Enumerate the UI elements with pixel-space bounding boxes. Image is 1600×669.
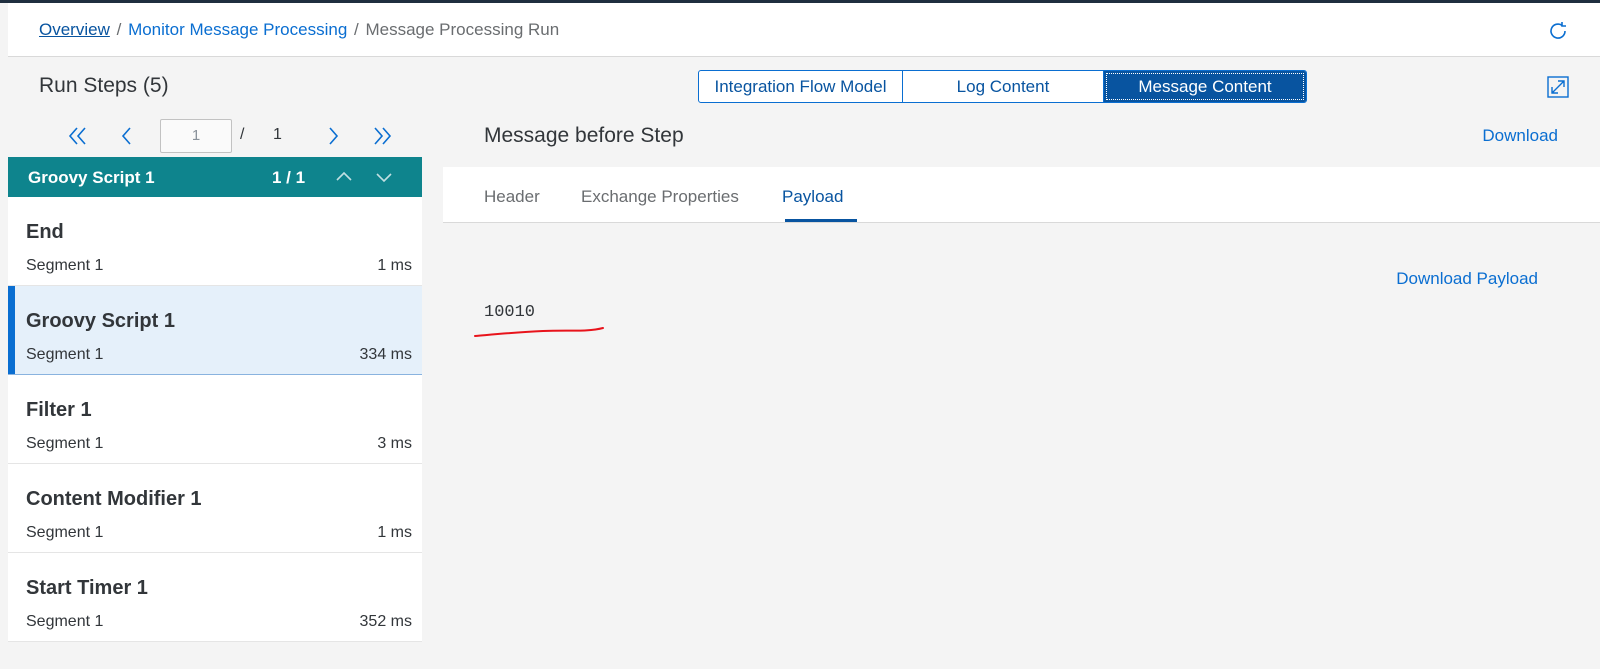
step-name: Content Modifier 1 [26, 488, 202, 510]
step-segment: Segment 1 [26, 524, 104, 541]
step-name: Groovy Script 1 [26, 310, 175, 332]
left-gutter [0, 3, 8, 669]
breadcrumb-current: Message Processing Run [365, 20, 560, 39]
download-link[interactable]: Download [1482, 126, 1558, 146]
breadcrumb: Overview / Monitor Message Processing / … [39, 20, 559, 40]
step-list: End Segment 1 1 ms Groovy Script 1 Segme… [8, 197, 422, 642]
double-chevron-left-icon[interactable] [64, 123, 90, 149]
step-list-item-selected[interactable]: Groovy Script 1 Segment 1 334 ms [8, 286, 422, 375]
view-segmented-control: Integration Flow Model Log Content Messa… [698, 70, 1307, 103]
step-list-item[interactable]: Start Timer 1 Segment 1 352 ms [8, 553, 422, 642]
chevron-up-icon[interactable] [330, 163, 358, 191]
step-duration: 1 ms [377, 524, 412, 541]
step-name: End [26, 221, 64, 243]
group-count: 1 / 1 [272, 168, 306, 187]
chevron-down-icon[interactable] [370, 163, 398, 191]
tab-payload[interactable]: Payload [782, 187, 843, 207]
step-duration: 334 ms [359, 346, 412, 363]
red-underline-annotation [474, 327, 604, 337]
breadcrumb-monitor-link[interactable]: Monitor Message Processing [128, 20, 347, 39]
pager-slash: / [240, 126, 245, 143]
payload-content: 10010 [484, 303, 536, 322]
chevron-right-icon[interactable] [320, 123, 346, 149]
message-content-panel: Message before Step Download Header Exch… [443, 107, 1600, 669]
tab-exchange-properties[interactable]: Exchange Properties [581, 187, 739, 207]
segment-log-content[interactable]: Log Content [903, 71, 1104, 102]
breadcrumb-separator: / [116, 20, 122, 39]
step-list-item[interactable]: Content Modifier 1 Segment 1 1 ms [8, 464, 422, 553]
chevron-left-icon[interactable] [114, 123, 140, 149]
step-name: Filter 1 [26, 399, 92, 421]
group-name: Groovy Script 1 [28, 168, 155, 187]
pager-total: 1 [273, 126, 282, 143]
run-steps-panel: Run Steps (5) 1 / 1 Groovy Script 1 1 / … [8, 57, 422, 669]
step-list-item[interactable]: End Segment 1 1 ms [8, 197, 422, 286]
page-header: Overview / Monitor Message Processing / … [8, 3, 1600, 57]
step-duration: 3 ms [377, 435, 412, 452]
page-number-input[interactable]: 1 [160, 119, 232, 153]
double-chevron-right-icon[interactable] [370, 123, 396, 149]
breadcrumb-separator: / [354, 20, 359, 39]
fullscreen-icon[interactable] [1546, 75, 1570, 99]
step-duration: 1 ms [377, 257, 412, 274]
breadcrumb-overview-link[interactable]: Overview [39, 20, 110, 39]
step-segment: Segment 1 [26, 257, 104, 274]
step-name: Start Timer 1 [26, 577, 148, 599]
tab-header[interactable]: Header [484, 187, 540, 207]
step-duration: 352 ms [359, 613, 412, 630]
step-list-item[interactable]: Filter 1 Segment 1 3 ms [8, 375, 422, 464]
message-title: Message before Step [484, 124, 684, 147]
active-tab-indicator [785, 219, 857, 222]
segment-integration-flow-model[interactable]: Integration Flow Model [699, 71, 903, 102]
step-segment: Segment 1 [26, 435, 104, 452]
run-steps-title: Run Steps (5) [39, 74, 169, 97]
step-pager: 1 / 1 [8, 117, 422, 155]
step-group-header[interactable]: Groovy Script 1 1 / 1 [8, 157, 422, 197]
step-segment: Segment 1 [26, 346, 104, 363]
message-tabbar: Header Exchange Properties Payload [443, 167, 1600, 223]
download-payload-link[interactable]: Download Payload [1396, 269, 1538, 289]
segment-message-content[interactable]: Message Content [1104, 71, 1306, 102]
step-segment: Segment 1 [26, 613, 104, 630]
refresh-icon[interactable] [1546, 19, 1570, 43]
